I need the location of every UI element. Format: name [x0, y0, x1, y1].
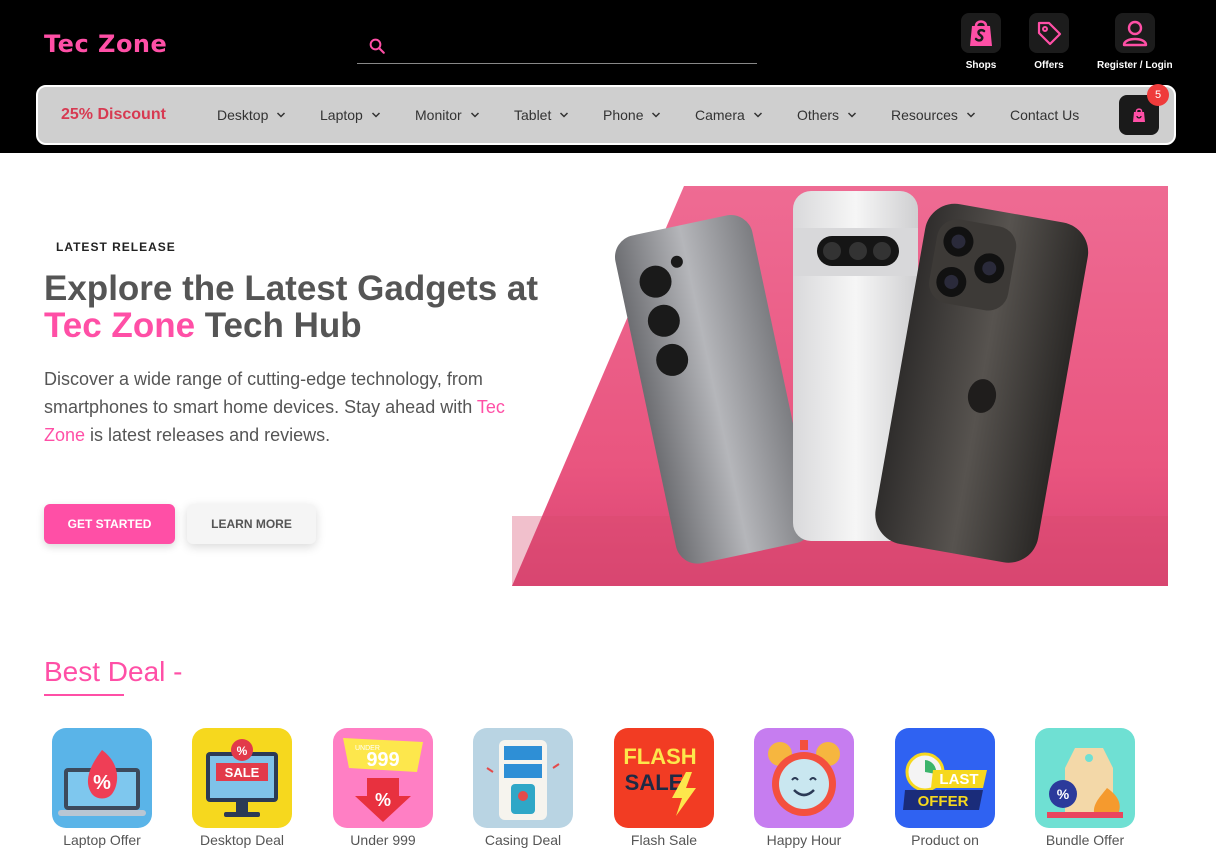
alarm-clock-icon [754, 728, 854, 828]
nav-item-desktop[interactable]: Desktop [217, 107, 286, 123]
site-logo[interactable]: Tec Zone [44, 30, 167, 58]
hero-title-line1: Explore the Latest Gadgets at [44, 269, 539, 308]
desktop-sale-icon: SALE % [192, 728, 292, 828]
deal-label: Bundle Offer [1045, 832, 1125, 848]
discount-link[interactable]: 25% Discount [61, 106, 166, 124]
svg-text:%: % [93, 772, 111, 794]
sale-tile-text: SALE [225, 765, 260, 780]
chevron-down-icon [966, 110, 976, 120]
offers-label: Offers [1034, 60, 1064, 71]
chevron-down-icon [651, 110, 661, 120]
chevron-down-icon [753, 110, 763, 120]
nav-item-contact-us[interactable]: Contact Us [1010, 107, 1079, 123]
learn-more-button[interactable]: LEARN MORE [187, 504, 316, 544]
laptop-offer-icon: % [52, 728, 152, 828]
header: Tec Zone Shops Offers Register / Login 2… [0, 0, 1216, 153]
casing-icon [473, 728, 573, 828]
nav-item-label: Monitor [415, 107, 462, 123]
deal-label: Flash Sale [630, 832, 698, 848]
flash-sale-icon: FLASH SALE [614, 728, 714, 828]
deal-label: Product on [911, 832, 979, 848]
bundle-tag-icon: % [1035, 728, 1135, 828]
hero-description: Discover a wide range of cutting-edge te… [44, 365, 534, 449]
shops-label: Shops [965, 60, 997, 71]
nav-item-label: Camera [695, 107, 745, 123]
deal-happy-hour[interactable]: Happy Hour [734, 728, 874, 848]
hero-title: Explore the Latest Gadgets at Tec Zone T… [44, 270, 564, 344]
user-icon [1114, 13, 1155, 53]
register-login-link[interactable]: Register / Login [1097, 13, 1173, 71]
chevron-down-icon [276, 110, 286, 120]
deal-label: Happy Hour [766, 832, 842, 848]
deal-label: Under 999 [350, 832, 416, 848]
nav-item-label: Tablet [514, 107, 552, 123]
deal-product-on[interactable]: LAST OFFER Product on [875, 728, 1015, 848]
hero-title-rest: Tech Hub [195, 306, 362, 345]
svg-text:%: % [237, 744, 248, 758]
nav-item-label: Contact Us [1010, 107, 1080, 123]
search-icon[interactable] [357, 37, 397, 55]
hero-phones-image [512, 186, 1168, 586]
chevron-down-icon [559, 110, 569, 120]
flash-tile-text: FLASH [623, 744, 696, 769]
svg-text:%: % [1057, 786, 1070, 802]
best-deal-underline [44, 694, 124, 696]
nav-item-phone[interactable]: Phone [603, 107, 661, 123]
chevron-down-icon [847, 110, 857, 120]
deal-casing-deal[interactable]: Casing Deal [453, 728, 593, 848]
chevron-down-icon [470, 110, 480, 120]
hero-desc-part1: Discover a wide range of cutting-edge te… [44, 369, 483, 417]
deal-label: Desktop Deal [199, 832, 285, 848]
nav-item-label: Phone [603, 107, 644, 123]
offer-tile-text: OFFER [918, 793, 969, 810]
sale2-tile-text: SALE [625, 770, 684, 795]
nav-item-camera[interactable]: Camera [695, 107, 763, 123]
main-nav: 25% Discount Desktop Laptop Monitor Tabl… [36, 84, 1176, 145]
hero-desc-part2: is latest releases and reviews. [85, 425, 331, 445]
nav-item-resources[interactable]: Resources [891, 107, 976, 123]
deal-laptop-offer[interactable]: % Laptop Offer [32, 728, 172, 848]
nav-item-label: Resources [891, 107, 958, 123]
offers-link[interactable]: Offers [1029, 13, 1069, 71]
nav-item-tablet[interactable]: Tablet [514, 107, 569, 123]
deal-label: Laptop Offer [63, 832, 141, 848]
nav-item-laptop[interactable]: Laptop [320, 107, 381, 123]
deal-under-999[interactable]: UNDER 999 % Under 999 [313, 728, 453, 848]
hero-eyebrow: LATEST RELEASE [56, 240, 176, 254]
tag-icon [1029, 13, 1069, 53]
hero-title-brand: Tec Zone [44, 306, 196, 345]
register-login-label: Register / Login [1097, 60, 1173, 71]
shopify-bag-icon [961, 13, 1001, 53]
best-deal-heading: Best Deal - [44, 656, 183, 687]
nav-item-monitor[interactable]: Monitor [415, 107, 480, 123]
nav-item-label: Desktop [217, 107, 269, 123]
nav-item-label: Laptop [320, 107, 363, 123]
under-999-icon: UNDER 999 % [333, 728, 433, 828]
svg-text:%: % [375, 790, 391, 810]
deal-bundle-offer[interactable]: % Bundle Offer [1015, 728, 1155, 848]
deal-desktop-deal[interactable]: SALE % Desktop Deal [172, 728, 312, 848]
get-started-button[interactable]: GET STARTED [44, 504, 175, 544]
search-input[interactable] [397, 37, 757, 54]
last-offer-icon: LAST OFFER [895, 728, 995, 828]
nav-item-others[interactable]: Others [797, 107, 857, 123]
shopping-bag-icon [1133, 108, 1145, 122]
deal-flash-sale[interactable]: FLASH SALE Flash Sale [594, 728, 734, 848]
price-tile-text: 999 [366, 749, 399, 771]
chevron-down-icon [371, 110, 381, 120]
cart-count-badge: 5 [1147, 84, 1169, 106]
nav-item-label: Others [797, 107, 840, 123]
search-bar [357, 28, 757, 64]
shops-link[interactable]: Shops [961, 13, 1001, 71]
last-tile-text: LAST [939, 771, 978, 788]
deal-label: Casing Deal [484, 832, 562, 848]
